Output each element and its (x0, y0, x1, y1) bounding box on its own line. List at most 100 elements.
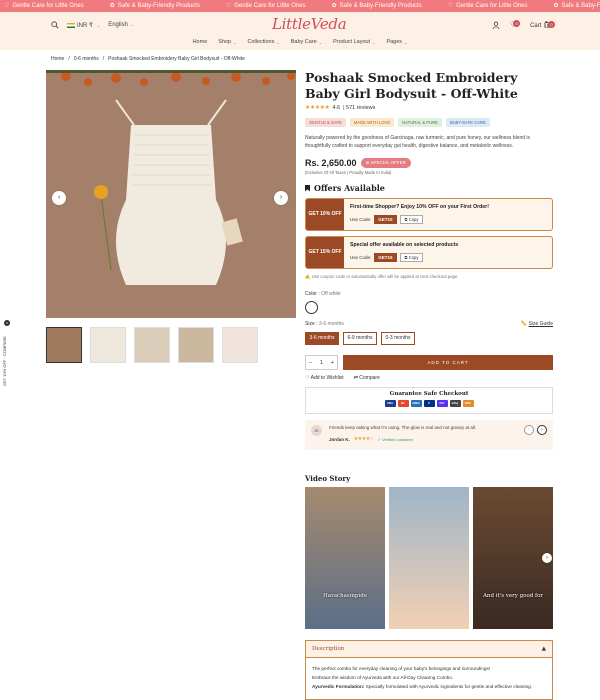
review-count: | 571 reviews (343, 104, 376, 111)
announcement-item: ✿Safe & Baby-Friendly Products (553, 2, 600, 10)
site-header: INR ₹⌄ English⌄ LittleVeda ♡0 Cart 🛍0 Ho… (0, 12, 600, 50)
announcement-item: ♡ Gentle Care for Little Ones (447, 2, 528, 10)
description-line: Embrace the wisdom of Ayurveda with our … (312, 675, 454, 680)
product-thumbnail[interactable] (90, 327, 126, 363)
use-code-label: Use Code: (350, 255, 372, 260)
cart-link[interactable]: Cart 🛍0 (530, 20, 555, 29)
language-selector[interactable]: English ⌄ (108, 22, 133, 28)
description-line: The perfect combo for everyday cleaning … (312, 666, 491, 671)
side-compare-text[interactable]: GET 10% OFF · COMPARE (2, 336, 7, 386)
search-icon[interactable] (51, 21, 59, 29)
color-label-text: Color : (305, 291, 320, 297)
size-option[interactable]: 6-9 months (343, 332, 377, 345)
plus-icon[interactable]: + (331, 360, 334, 366)
product-tag: MADE WITH LOVE (349, 118, 395, 127)
announcement-text: Gentle Care for Little Ones (234, 2, 306, 9)
description-toggle[interactable]: Description ▲ (306, 641, 552, 658)
heart-icon: ♡ (447, 3, 454, 9)
color-swatch-off-white[interactable] (305, 301, 318, 314)
payment-card-icon: GPay (449, 400, 461, 407)
video-card[interactable] (389, 487, 469, 629)
wishlist-count-badge: 0 (513, 20, 521, 27)
payment-card-icon: DISC (462, 400, 474, 407)
product-rating[interactable]: ★★★★★ 4.6 | 571 reviews (305, 104, 553, 112)
video-next-button[interactable]: › (542, 553, 552, 563)
announcement-text: Safe & Baby-Friendly Products (117, 2, 200, 9)
announcement-item: ♡ Gentle Care for Little Ones (4, 2, 84, 10)
rating-value: 4.6 (332, 104, 341, 111)
caret-up-icon: ▲ (541, 646, 546, 652)
nav-item-shop[interactable]: Shop ⌄ (218, 39, 236, 45)
copy-button[interactable]: ⧉ Copy (399, 215, 424, 224)
video-card[interactable]: Harachasmpide (305, 487, 385, 629)
size-options: 3-6 months 6-9 months 0-3 months (305, 332, 553, 345)
coupon-note: ✍ Use coupon code or automatically offer… (305, 274, 553, 280)
size-option[interactable]: 3-6 months (305, 332, 339, 345)
product-thumbnail[interactable] (46, 327, 82, 363)
breadcrumb: Home/0-6 months / Poshaak Smocked Embroide… (51, 56, 245, 62)
chevron-down-icon: ⌄ (372, 39, 376, 45)
product-thumbnail[interactable] (222, 327, 258, 363)
review-prev-button[interactable]: ‹ (524, 425, 534, 435)
gallery-prev-button[interactable]: ‹ (52, 191, 66, 205)
offer-body: Special offer available on selected prod… (344, 237, 464, 268)
product-main-image[interactable]: ‹ › (46, 70, 296, 318)
compare-link[interactable]: ⇄ Compare (354, 375, 380, 381)
heart-icon: ✿ (109, 3, 115, 9)
size-label: Size : 3-6 months (305, 321, 344, 327)
size-option[interactable]: 0-3 months (381, 332, 415, 345)
announcement-text: Gentle Care for Little Ones (456, 2, 528, 9)
add-to-wishlist-link[interactable]: ♡ Add to Wishlist (305, 375, 344, 381)
offers-title: Offers Available (314, 183, 385, 193)
nav-item-baby-care[interactable]: Baby Care ⌄ (291, 39, 322, 45)
nav-item-label: Home (192, 39, 208, 45)
compare-count-badge: 0 (4, 320, 10, 326)
payment-cards: VISA MC AMEX P PAY GPay DISC (306, 400, 552, 407)
product-tag: GENTLE & SAFE (305, 118, 346, 127)
color-label: Color : Off white (305, 291, 553, 297)
nav-item-collections[interactable]: Collections ⌄ (247, 39, 279, 45)
language-label: English (108, 22, 128, 28)
product-info: Poshaak Smocked Embroidery Baby Girl Bod… (305, 70, 553, 450)
copy-label: Copy (408, 255, 419, 260)
size-guide-label: Size Guide (528, 321, 553, 327)
announcement-item: ✿Safe & Baby-Friendly Products (109, 2, 200, 10)
chevron-down-icon: ⌄ (129, 22, 134, 27)
offer-code-row: Use Code: GET15 ⧉ Copy (350, 253, 458, 262)
review-stars-icon: ★★★★☆ (353, 436, 374, 442)
heart-icon: ✿ (553, 3, 559, 9)
product-tag: BABY-SAFE CARE (445, 118, 490, 127)
india-flag-icon (67, 22, 75, 28)
nav-item-label: Collections (247, 39, 275, 45)
review-next-button[interactable]: › (537, 425, 547, 435)
info-icon: ✍ (305, 274, 311, 279)
gallery-next-button[interactable]: › (274, 191, 288, 205)
product-thumbnail[interactable] (134, 327, 170, 363)
nav-item-product-layout[interactable]: Product Layout ⌄ (333, 39, 375, 45)
copy-button[interactable]: ⧉ Copy (399, 253, 424, 262)
currency-selector[interactable]: INR ₹ ⌄ (67, 22, 100, 29)
breadcrumb-link[interactable]: 0-6 months (74, 56, 99, 62)
bookmark-icon (305, 184, 310, 192)
nav-item-pages[interactable]: Pages ⌄ (386, 39, 407, 45)
review-card: JK Friends keep asking what I'm using. T… (305, 420, 553, 450)
add-to-cart-button[interactable]: ADD TO CART (343, 355, 553, 370)
video-card[interactable]: And it's very good for (473, 487, 553, 629)
nav-item-home[interactable]: Home (193, 39, 208, 45)
size-guide-link[interactable]: 📏 Size Guide (521, 321, 553, 327)
offer-body: First-time Shopper? Enjoy 10% OFF on you… (344, 199, 495, 230)
video-carousel: Harachasmpide And it's very good for (305, 487, 553, 629)
quantity-stepper[interactable]: – 1 + (305, 355, 338, 370)
description-accordion: Description ▲ The perfect combo for ever… (305, 640, 553, 700)
account-icon[interactable] (492, 21, 500, 29)
coupon-code: GET15 (374, 253, 397, 262)
breadcrumb-link[interactable]: Home (51, 56, 64, 62)
wishlist-link[interactable]: ♡0 (510, 20, 521, 29)
nav-item-label: Baby Care (290, 39, 317, 45)
product-thumbnail[interactable] (178, 327, 214, 363)
site-logo[interactable]: LittleVeda (272, 15, 347, 33)
minus-icon[interactable]: – (309, 360, 312, 366)
offers-heading: Offers Available (305, 183, 553, 193)
payment-card-icon: VISA (384, 400, 396, 407)
side-compare-bar[interactable]: 0 GET 10% OFF · COMPARE (2, 320, 12, 390)
